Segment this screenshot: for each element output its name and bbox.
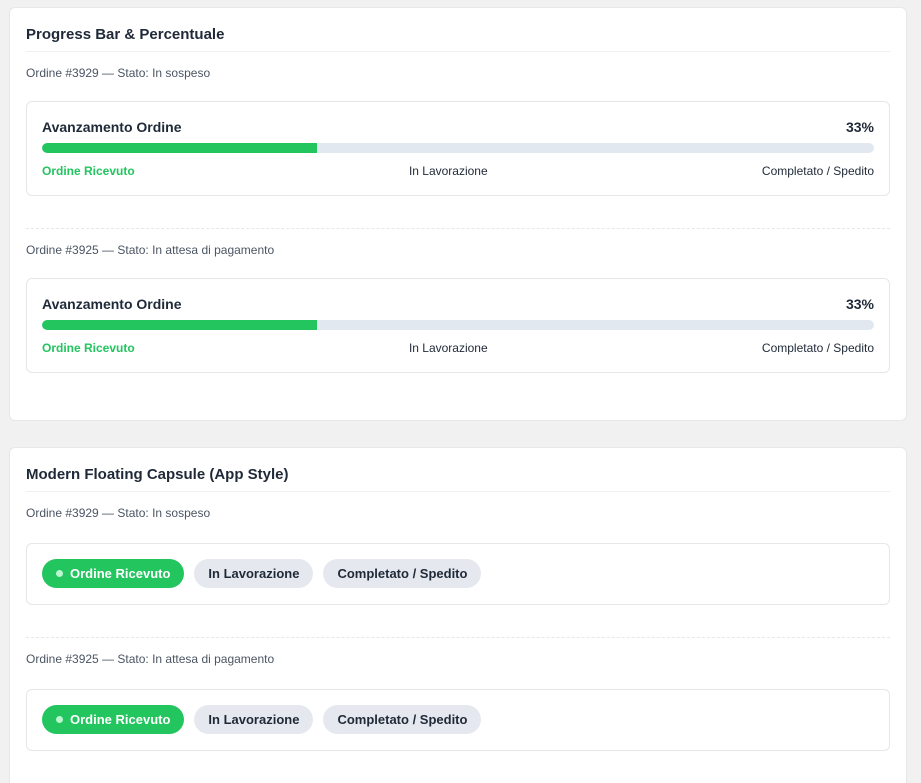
progress-card-title: Avanzamento Ordine (42, 296, 182, 312)
order-meta: Ordine #3929 — Stato: In sospeso (26, 506, 211, 520)
capsule-label: Ordine Ricevuto (70, 712, 171, 727)
capsule-ordine-ricevuto: Ordine Ricevuto (42, 705, 185, 734)
progress-percent: 33% (845, 296, 874, 312)
status-dot-icon (56, 570, 63, 577)
progress-bar-section: Progress Bar & Percentuale Ordine #3929 … (9, 7, 907, 421)
progress-percent: 33% (845, 119, 874, 135)
progress-fill (42, 320, 317, 330)
step-completato-spedito: Completato / Spedito (761, 164, 874, 178)
order-divider (26, 228, 890, 229)
capsule-ordine-ricevuto: Ordine Ricevuto (42, 559, 185, 588)
order-divider (26, 637, 890, 638)
capsule-label: Completato / Spedito (337, 566, 468, 581)
capsule-section: Modern Floating Capsule (App Style) Ordi… (9, 447, 907, 783)
capsule-completato-spedito: Completato / Spedito (323, 705, 482, 734)
order-meta: Ordine #3925 — Stato: In attesa di pagam… (26, 243, 275, 257)
capsule-completato-spedito: Completato / Spedito (323, 559, 482, 588)
progress-track (42, 143, 874, 153)
status-dot-icon (56, 716, 63, 723)
order-progress-card: Avanzamento Ordine 33% Ordine Ricevuto I… (26, 101, 890, 196)
capsule-label: In Lavorazione (208, 712, 300, 727)
order-progress-card: Avanzamento Ordine 33% Ordine Ricevuto I… (26, 278, 890, 373)
capsule-in-lavorazione: In Lavorazione (194, 705, 314, 734)
order-meta: Ordine #3929 — Stato: In sospeso (26, 66, 211, 80)
section-title: Modern Floating Capsule (App Style) (26, 464, 890, 492)
capsule-label: In Lavorazione (208, 566, 300, 581)
order-meta: Ordine #3925 — Stato: In attesa di pagam… (26, 652, 275, 666)
step-in-lavorazione: In Lavorazione (408, 164, 488, 178)
step-completato-spedito: Completato / Spedito (761, 341, 874, 355)
progress-track (42, 320, 874, 330)
capsule-label: Completato / Spedito (337, 712, 468, 727)
step-ordine-ricevuto: Ordine Ricevuto (42, 341, 135, 355)
capsule-card: Ordine Ricevuto In Lavorazione Completat… (26, 543, 890, 605)
section-title: Progress Bar & Percentuale (26, 24, 890, 52)
capsule-in-lavorazione: In Lavorazione (194, 559, 314, 588)
capsule-card: Ordine Ricevuto In Lavorazione Completat… (26, 689, 890, 751)
progress-card-title: Avanzamento Ordine (42, 119, 182, 135)
capsule-label: Ordine Ricevuto (70, 566, 171, 581)
step-in-lavorazione: In Lavorazione (408, 341, 488, 355)
progress-fill (42, 143, 317, 153)
step-ordine-ricevuto: Ordine Ricevuto (42, 164, 135, 178)
